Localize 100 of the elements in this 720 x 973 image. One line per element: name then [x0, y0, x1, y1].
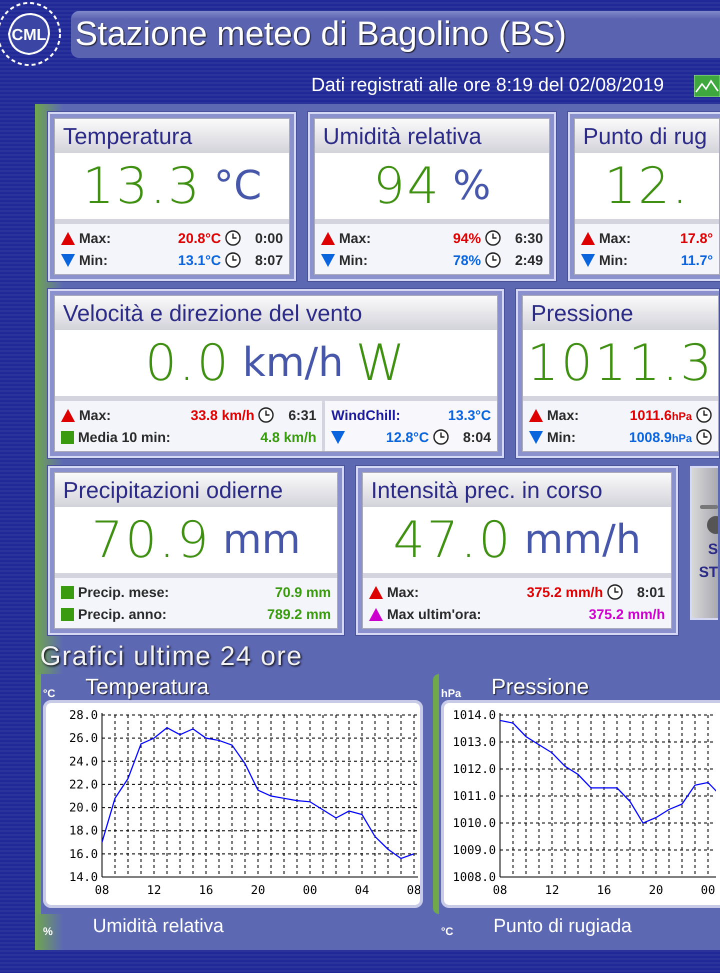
stat-value: 94% — [452, 230, 481, 246]
stat-label: Max: — [547, 407, 580, 423]
stat-label: Max: — [387, 584, 420, 600]
stat-time: 6:31 — [287, 407, 316, 423]
chart-unit: °C — [43, 688, 56, 700]
measure-unit: mm/h — [524, 517, 642, 563]
chart-unit: hPa — [441, 688, 462, 700]
stat-time: 8:07 — [254, 252, 283, 268]
stat-label: Max: — [79, 230, 112, 246]
card-title: Intensità prec. in corso — [363, 473, 671, 507]
chart-title: Pressione — [491, 674, 590, 700]
y-tick-label: 1012.0 — [452, 762, 496, 776]
measure-unit: km/h — [242, 340, 344, 386]
down-triangle-icon — [321, 254, 335, 266]
stat-time: 8:04 — [462, 429, 491, 445]
y-tick-label: 18.0 — [69, 824, 98, 838]
measure-value: 94 — [373, 157, 441, 215]
y-tick-label: 24.0 — [69, 754, 98, 768]
chart-icon[interactable] — [694, 75, 720, 97]
x-tick-label: 12 — [146, 883, 162, 897]
stat-value: 4.8 km/h — [260, 429, 316, 445]
device-text: S — [708, 541, 718, 558]
chart-title: Punto di rugiada — [493, 916, 632, 938]
x-tick-label: 08 — [94, 883, 110, 897]
down-triangle-icon — [529, 430, 543, 444]
stat-label: Max ultim'ora: — [387, 606, 482, 622]
stat-label: Media 10 min: — [78, 429, 172, 445]
measure-value: 0.0 — [145, 334, 231, 392]
measure-value: 12. — [604, 157, 690, 215]
x-tick-label: 00 — [302, 883, 318, 897]
y-tick-label: 28.0 — [69, 708, 98, 722]
stat-label: Min: — [339, 252, 369, 268]
y-tick-label: 1009.0 — [452, 843, 496, 857]
card-title: Velocità e direzione del vento — [55, 296, 497, 330]
stat-time: 6:30 — [514, 230, 543, 246]
wind-direction: W — [356, 334, 407, 392]
up-triangle-icon — [321, 232, 335, 244]
stat-time: 0:00 — [254, 230, 283, 246]
measure-unit: mm — [222, 517, 301, 563]
card-title: Temperatura — [55, 119, 289, 153]
x-tick-label: 20 — [648, 883, 664, 897]
stat-value: 1008.9hPa — [628, 429, 692, 445]
x-tick-label: 00 — [700, 883, 716, 897]
y-tick-label: 1010.0 — [452, 816, 496, 830]
x-tick-label: 12 — [544, 883, 560, 897]
square-icon — [61, 608, 74, 620]
x-tick-label: 08 — [492, 883, 508, 897]
card-title: Punto di rug — [575, 119, 719, 153]
stat-value: 375.2 mm/h — [526, 584, 603, 600]
stat-label: Precip. mese: — [78, 584, 170, 600]
stat-label: Min: — [547, 429, 577, 445]
y-tick-label: 26.0 — [69, 731, 98, 746]
measure-value: 13.3 — [82, 157, 202, 215]
y-tick-label: 1013.0 — [452, 735, 496, 749]
stat-value: 78% — [452, 252, 481, 268]
card-title: Pressione — [523, 296, 718, 330]
y-tick-label: 1014.0 — [452, 708, 496, 722]
square-icon — [61, 586, 74, 598]
up-triangle-icon — [369, 608, 383, 620]
up-triangle-icon — [529, 408, 543, 422]
stat-label: Min: — [79, 252, 109, 268]
measure-unit: % — [452, 163, 491, 209]
down-triangle-icon — [581, 254, 595, 266]
stat-value: 13.3°C — [448, 407, 491, 423]
x-tick-label: 04 — [354, 883, 370, 897]
up-triangle-icon — [61, 408, 75, 422]
y-tick-label: 14.0 — [69, 870, 98, 884]
stat-value: 17.8° — [680, 230, 713, 246]
section-heading: Grafici ultime 24 ore — [40, 641, 304, 672]
down-triangle-icon — [61, 254, 75, 266]
stat-time: 2:49 — [514, 252, 543, 268]
measure-value: 70.9 — [91, 511, 211, 569]
chart-title: Temperatura — [85, 674, 209, 700]
stat-value: 20.8°C — [178, 230, 221, 246]
x-tick-label: 16 — [198, 883, 214, 897]
stat-label: Max: — [599, 230, 632, 246]
square-icon — [61, 430, 74, 444]
stat-value: 11.7° — [680, 252, 713, 268]
down-triangle-icon — [331, 430, 346, 444]
stat-value: 12.8°C — [386, 429, 429, 445]
x-tick-label: 20 — [250, 883, 266, 897]
stat-value: 375.2 mm/h — [588, 606, 665, 622]
card-title: Precipitazioni odierne — [55, 473, 337, 507]
y-tick-label: 1008.0 — [452, 870, 496, 884]
stat-value: 13.1°C — [178, 252, 221, 268]
stat-value: 1011.6hPa — [630, 407, 692, 423]
chart-unit: % — [43, 926, 53, 938]
measure-value: 47.0 — [392, 511, 512, 569]
stat-value: 789.2 mm — [267, 606, 331, 622]
chart-title: Umidità relativa — [92, 916, 224, 938]
chart-unit: °C — [441, 926, 454, 938]
stat-label: Max: — [79, 407, 112, 423]
y-tick-label: 16.0 — [69, 846, 98, 861]
y-tick-label: 20.0 — [69, 800, 98, 815]
card-title: Umidità relativa — [315, 119, 549, 153]
stat-time: 8:01 — [636, 584, 665, 600]
up-triangle-icon — [369, 586, 383, 598]
up-triangle-icon — [61, 232, 75, 244]
y-tick-label: 22.0 — [69, 777, 98, 792]
stat-value: 70.9 mm — [274, 584, 331, 600]
